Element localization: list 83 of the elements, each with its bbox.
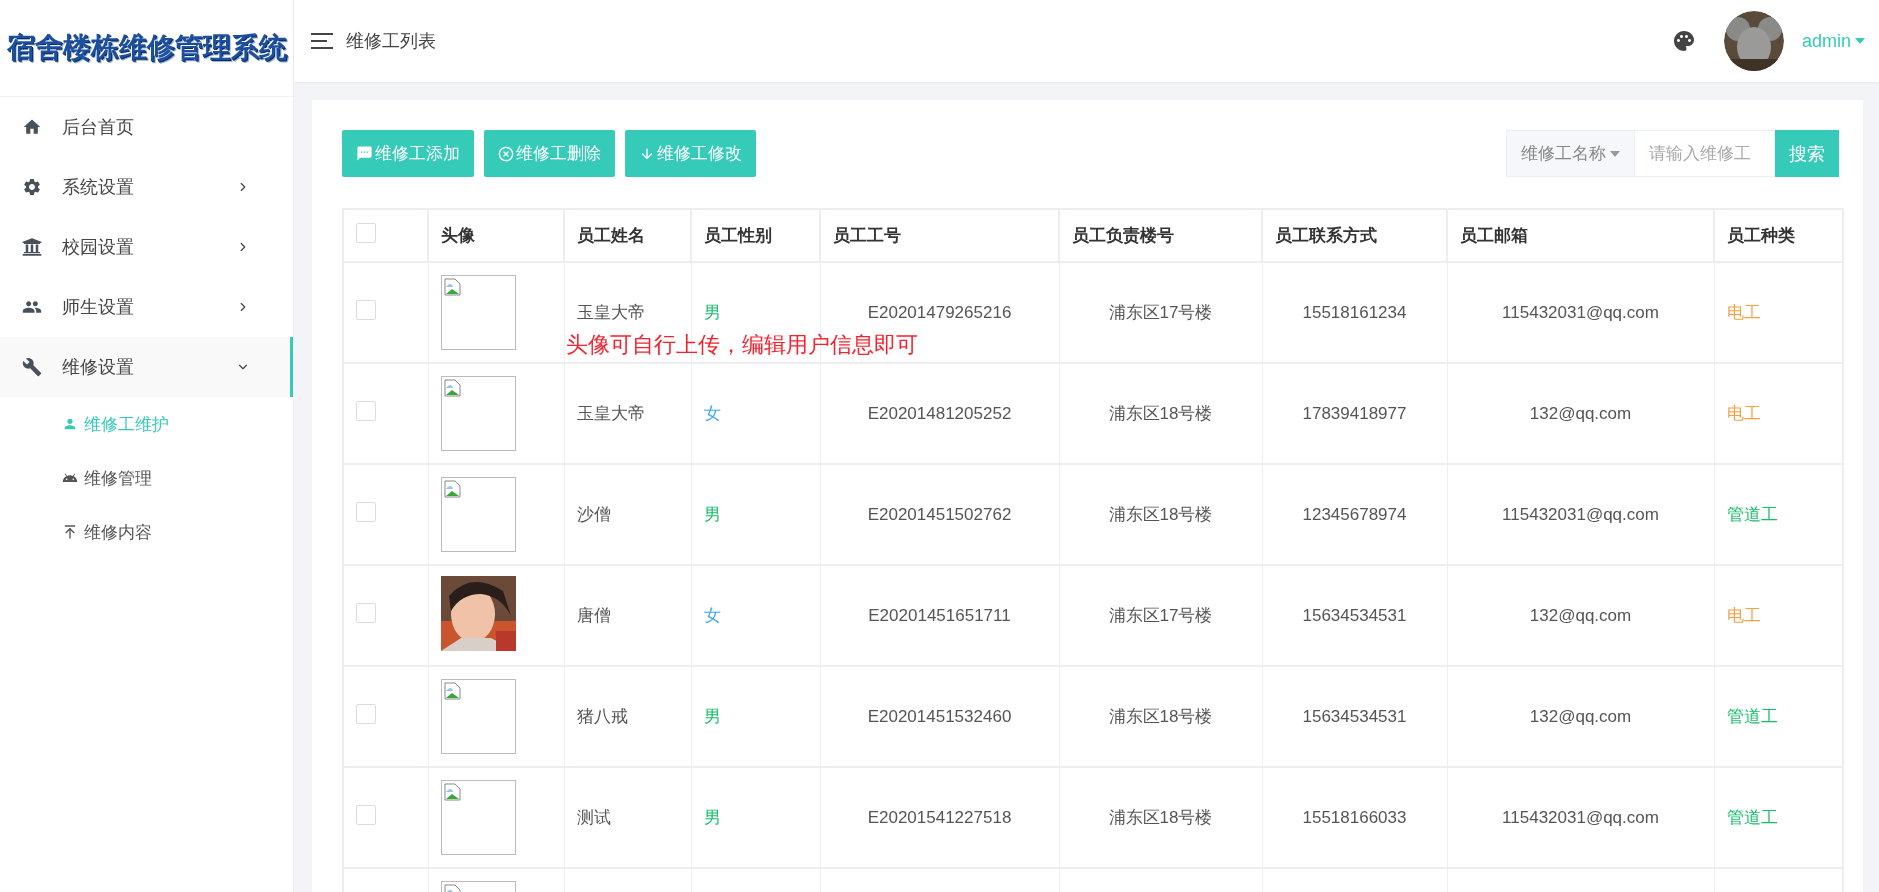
submenu-item[interactable]: 维修管理 — [0, 451, 293, 505]
type-label: 电工 — [1726, 303, 1761, 322]
message-icon — [356, 145, 373, 162]
broken-image-icon — [443, 480, 462, 498]
table-cell: 浦东区17号楼 — [1059, 565, 1262, 666]
table-cell: E20201451502762 — [820, 464, 1059, 565]
wrench-icon — [22, 357, 42, 377]
table-cell: E20201451532460 — [820, 666, 1059, 767]
broken-image-icon — [443, 783, 462, 801]
table-cell: 测试 — [564, 767, 691, 868]
checkbox[interactable] — [356, 704, 376, 724]
checkbox[interactable] — [356, 603, 376, 623]
table-cell: 132@qq.com — [1447, 666, 1714, 767]
table-cell: 浦东区18号楼 — [1059, 464, 1262, 565]
broken-image-icon — [443, 379, 462, 397]
table-cell: E20201481205252 — [820, 363, 1059, 464]
table-cell: 17839418977 — [1262, 363, 1447, 464]
table-cell: E20201451651711 — [820, 565, 1059, 666]
checkbox[interactable] — [356, 401, 376, 421]
home-icon — [22, 117, 42, 137]
submenu-item[interactable]: 维修内容 — [0, 505, 293, 559]
app-logo: 宿舍楼栋维修管理系统 — [6, 31, 287, 65]
type-label: 电工 — [1726, 606, 1761, 625]
table-cell: 132@qq.com — [1447, 363, 1714, 464]
type-label: 管道工 — [1726, 808, 1778, 827]
table-cell: 沙僧 — [564, 464, 691, 565]
search-field[interactable]: 请输入维修工 — [1635, 130, 1775, 177]
gender-label: 女 — [703, 404, 721, 423]
caret-icon — [1610, 150, 1620, 157]
table-cell: 唐僧 — [564, 565, 691, 666]
table-cell: 浦东区17号楼 — [1059, 262, 1262, 363]
sidebar-item[interactable]: 系统设置 — [0, 157, 293, 217]
person-icon — [62, 416, 78, 432]
table-cell: 玉皇大帝 — [564, 363, 691, 464]
table-cell: E20201541227518 — [820, 767, 1059, 868]
sidebar-item[interactable]: 师生设置 — [0, 277, 293, 337]
bank-icon — [22, 237, 42, 257]
type-label: 电工 — [1726, 404, 1761, 423]
checkbox[interactable] — [356, 502, 376, 522]
column-header: 员工联系方式 — [1262, 209, 1447, 262]
close-circle-icon — [498, 145, 514, 162]
table-cell: 猪八戒 — [564, 666, 691, 767]
table-cell: 115432031@qq.com — [1447, 464, 1714, 565]
table-cell: 15634534531 — [1262, 666, 1447, 767]
checkbox[interactable] — [356, 805, 376, 825]
table-cell: 15518166033 — [1262, 767, 1447, 868]
gender-label: 男 — [703, 303, 721, 322]
column-header: 员工种类 — [1714, 209, 1843, 262]
table-cell: 浦东区18号楼 — [1059, 767, 1262, 868]
column-header: 员工性别 — [691, 209, 820, 262]
sidebar-item[interactable]: 维修设置 — [0, 337, 293, 397]
table-cell: 12345678974 — [1262, 464, 1447, 565]
palette-icon[interactable] — [1671, 29, 1696, 53]
column-header: 员工姓名 — [564, 209, 691, 262]
table-cell: 浦东区18号楼 — [1059, 363, 1262, 464]
column-header: 头像 — [428, 209, 564, 262]
arrow-up-to-line-icon — [62, 524, 78, 540]
gender-label: 男 — [703, 808, 721, 827]
gender-label: 男 — [703, 505, 721, 524]
annotation-text: 头像可自行上传，编辑用户信息即可 — [566, 331, 918, 359]
table-cell: 115432031@qq.com — [1447, 767, 1714, 868]
type-label: 管道工 — [1726, 505, 1778, 524]
table-cell: 132@qq.com — [1447, 565, 1714, 666]
column-header: 员工邮箱 — [1447, 209, 1714, 262]
type-label: 管道工 — [1726, 707, 1778, 726]
table-cell: 115432031@qq.com — [1447, 262, 1714, 363]
checkbox[interactable] — [356, 300, 376, 320]
caret-icon — [1855, 38, 1865, 44]
table-cell: 15518161234 — [1262, 262, 1447, 363]
gender-label: 男 — [703, 707, 721, 726]
column-header: 员工负责楼号 — [1059, 209, 1262, 262]
broken-image-icon — [443, 682, 462, 700]
settings-icon — [22, 177, 42, 197]
broken-image-icon — [443, 278, 462, 296]
table-cell: 15634534531 — [1262, 565, 1447, 666]
page-title: 维修工列表 — [346, 30, 437, 53]
menu-icon[interactable] — [310, 32, 334, 50]
sidebar-item[interactable]: 后台首页 — [0, 97, 293, 157]
column-header: 员工工号 — [820, 209, 1059, 262]
checkbox[interactable] — [356, 223, 376, 243]
sidebar-item[interactable]: 校园设置 — [0, 217, 293, 277]
gender-label: 女 — [703, 606, 721, 625]
table-cell: 浦东区18号楼 — [1059, 666, 1262, 767]
